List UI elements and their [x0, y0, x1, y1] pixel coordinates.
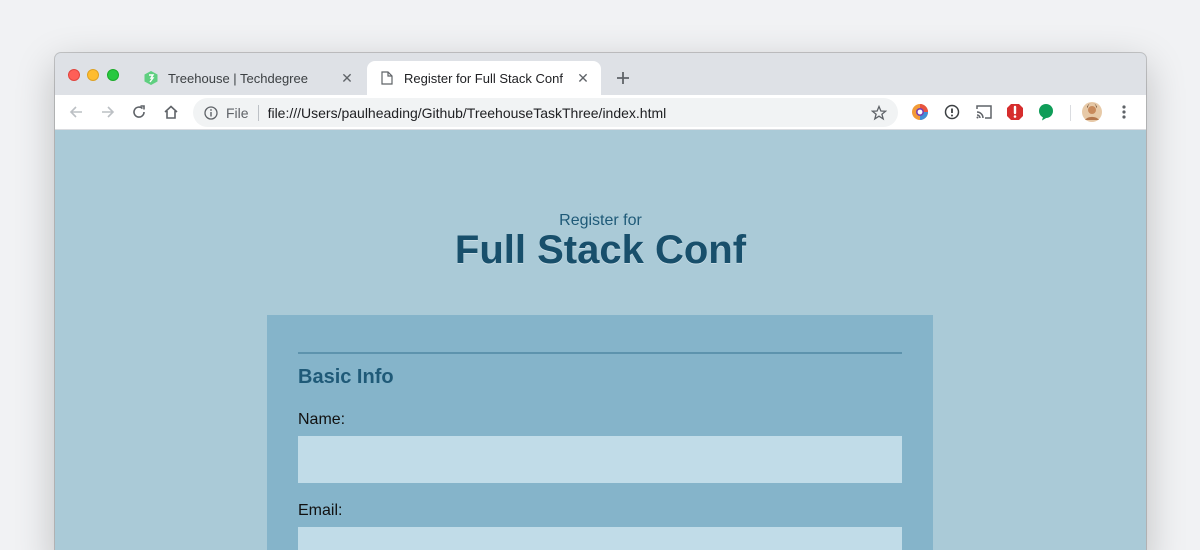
section-divider	[298, 352, 902, 354]
browser-window: Treehouse | Techdegree ✕ Register for Fu…	[55, 53, 1146, 550]
arrow-left-icon	[69, 106, 82, 118]
opera-icon[interactable]	[1005, 102, 1025, 122]
tab-strip: Treehouse | Techdegree ✕ Register for Fu…	[55, 53, 1146, 95]
reload-icon	[133, 105, 145, 118]
tab-treehouse[interactable]: Treehouse | Techdegree ✕	[133, 61, 365, 95]
email-field[interactable]	[298, 527, 902, 550]
info-icon[interactable]	[942, 102, 962, 122]
close-tab-icon[interactable]: ✕	[339, 70, 355, 86]
arrow-right-icon	[102, 106, 115, 118]
url-scheme-label: File	[226, 104, 249, 121]
plus-icon	[617, 72, 629, 84]
forward-button[interactable]	[96, 100, 120, 124]
email-label: Email:	[298, 502, 343, 519]
page-content: Register for Full Stack Conf Basic Info …	[55, 130, 1146, 550]
color-wheel-icon[interactable]	[910, 102, 930, 122]
back-button[interactable]	[64, 100, 88, 124]
document-icon	[379, 70, 395, 86]
window-close-button[interactable]	[68, 69, 80, 81]
page-title: Full Stack Conf	[454, 228, 747, 272]
reload-button[interactable]	[127, 100, 151, 124]
browser-toolbar: File file:///Users/paulheading/Github/Tr…	[55, 95, 1146, 130]
name-label: Name:	[298, 411, 346, 428]
window-maximize-button[interactable]	[107, 69, 119, 81]
url-text[interactable]: file:///Users/paulheading/Github/Treehou…	[268, 105, 869, 121]
info-icon[interactable]	[203, 105, 219, 121]
new-tab-button[interactable]	[611, 66, 635, 90]
address-bar[interactable]: File file:///Users/paulheading/Github/Tr…	[193, 98, 898, 127]
window-minimize-button[interactable]	[87, 69, 99, 81]
home-button[interactable]	[159, 100, 183, 124]
home-icon	[164, 105, 178, 119]
cast-icon[interactable]	[974, 102, 994, 122]
section-title: Basic Info	[298, 366, 394, 388]
chat-bubble-icon[interactable]	[1036, 102, 1056, 122]
tab-title: Register for Full Stack Conf	[404, 70, 563, 86]
registration-form: Basic Info Name: Email:	[267, 315, 933, 550]
tab-title: Treehouse | Techdegree	[168, 70, 308, 86]
treehouse-icon	[143, 70, 159, 86]
close-tab-icon[interactable]: ✕	[575, 70, 591, 86]
bookmark-star-icon[interactable]	[869, 103, 889, 123]
toolbar-divider	[1070, 105, 1071, 121]
more-menu-icon[interactable]	[1114, 102, 1134, 122]
address-divider	[257, 104, 259, 121]
avatar[interactable]	[1082, 102, 1102, 122]
name-field[interactable]	[298, 436, 902, 483]
tab-register[interactable]: Register for Full Stack Conf ✕	[367, 61, 601, 95]
